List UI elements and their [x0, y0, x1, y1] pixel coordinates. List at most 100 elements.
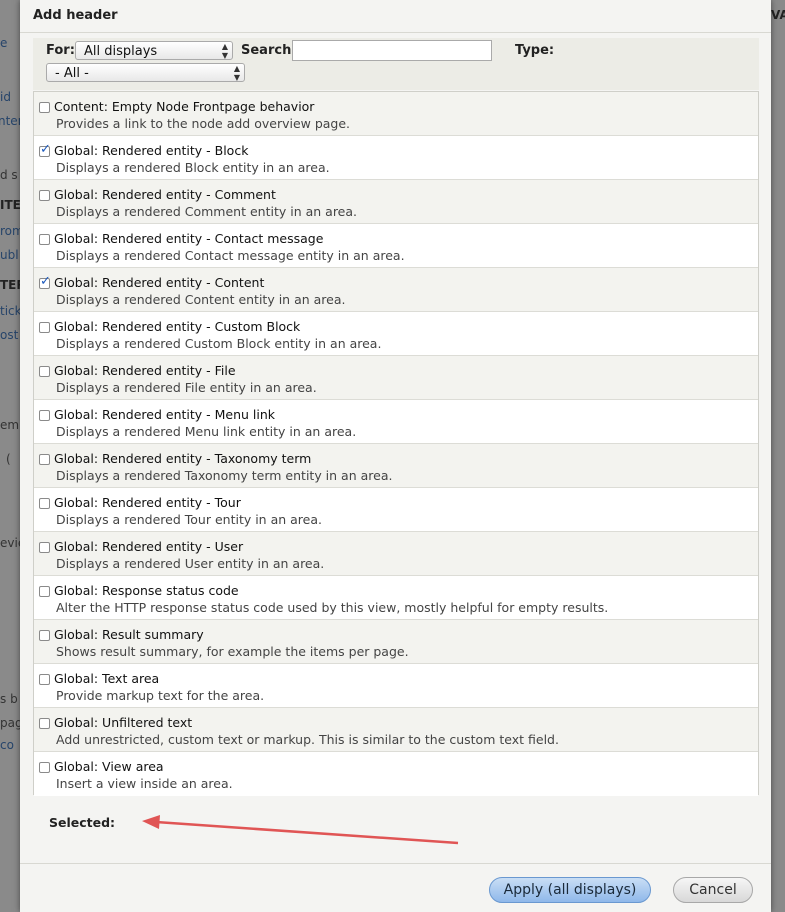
option-title: Content: Empty Node Frontpage behavior — [54, 99, 315, 114]
option-item[interactable]: Global: Rendered entity - Custom Block Di… — [34, 312, 758, 356]
option-item[interactable]: Global: Result summary Shows result summa… — [34, 620, 758, 664]
option-item[interactable]: Global: Unfiltered text Add unrestricted,… — [34, 708, 758, 752]
option-item[interactable]: Global: View area Insert a view inside an… — [34, 752, 758, 796]
option-title: Global: Result summary — [54, 627, 204, 642]
option-title: Global: Rendered entity - User — [54, 539, 244, 554]
bg-fragment: evie — [0, 536, 20, 550]
option-title: Global: Rendered entity - Custom Block — [54, 319, 301, 334]
option-item[interactable]: Content: Empty Node Frontpage behavior Pr… — [34, 92, 758, 136]
bg-fragment: d s — [0, 168, 18, 182]
option-title: Global: Rendered entity - Taxonomy term — [54, 451, 312, 466]
option-title: Global: Unfiltered text — [54, 715, 193, 730]
option-title: Global: Rendered entity - Tour — [54, 495, 241, 510]
option-description: Provides a link to the node add overview… — [56, 116, 351, 131]
option-item[interactable]: Global: Rendered entity - Block Displays … — [34, 136, 758, 180]
option-description: Displays a rendered User entity in an ar… — [56, 556, 325, 571]
bg-fragment: pag — [0, 716, 20, 730]
background-page-left: e id ntent d s ITE rom ubl TER tick ost … — [0, 0, 20, 912]
for-select-value: All displays — [84, 44, 158, 59]
option-checkbox[interactable] — [39, 274, 51, 289]
option-title: Global: Rendered entity - Contact messag… — [54, 231, 324, 246]
option-description: Shows result summary, for example the it… — [56, 644, 409, 659]
apply-all-displays-button[interactable]: Apply (all displays) — [489, 877, 651, 903]
option-checkbox[interactable] — [39, 498, 50, 509]
add-header-dialog: Add header For: All displays ▲ ▼ Search: … — [20, 0, 771, 912]
bg-fragment: e — [0, 36, 8, 50]
option-checkbox[interactable] — [39, 762, 50, 773]
search-label: Search: — [241, 43, 297, 58]
bg-fragment: ubl — [0, 248, 19, 262]
selected-label: Selected: — [49, 815, 116, 830]
bg-fragment: ( — [6, 452, 11, 466]
option-item[interactable]: Global: Response status code Alter the HT… — [34, 576, 758, 620]
option-checkbox[interactable] — [39, 718, 50, 729]
bg-fragment: s b — [0, 692, 18, 706]
option-title: Global: Rendered entity - File — [54, 363, 236, 378]
option-item[interactable]: Global: Text area Provide markup text for… — [34, 664, 758, 708]
option-title: Global: Text area — [54, 671, 160, 686]
option-description: Displays a rendered File entity in an ar… — [56, 380, 317, 395]
dialog-title: Add header — [20, 0, 771, 33]
option-description: Displays a rendered Contact message enti… — [56, 248, 405, 263]
option-item[interactable]: Global: Rendered entity - Content Display… — [34, 268, 758, 312]
option-item[interactable]: Global: Rendered entity - File Displays a… — [34, 356, 758, 400]
for-label: For: — [46, 43, 75, 58]
option-checkbox[interactable] — [39, 102, 50, 113]
bg-fragment: co — [0, 738, 14, 752]
search-input[interactable] — [292, 40, 492, 61]
option-checkbox[interactable] — [39, 630, 50, 641]
options-list: Content: Empty Node Frontpage behavior Pr… — [33, 91, 759, 796]
category-select[interactable]: - All - ▲ ▼ — [46, 63, 245, 82]
option-checkbox[interactable] — [39, 586, 50, 597]
select-arrows-icon: ▲ ▼ — [233, 64, 240, 82]
option-item[interactable]: Global: Rendered entity - User Displays a… — [34, 532, 758, 576]
option-description: Provide markup text for the area. — [56, 688, 265, 703]
option-title: Global: Rendered entity - Comment — [54, 187, 276, 202]
select-arrows-icon: ▲ ▼ — [221, 42, 228, 60]
bg-fragment: VA — [771, 8, 785, 22]
bg-fragment: em — [0, 418, 20, 432]
bg-fragment: rom — [0, 224, 20, 238]
bg-fragment: ITE — [0, 198, 20, 212]
option-checkbox[interactable] — [39, 410, 50, 421]
option-checkbox[interactable] — [39, 454, 50, 465]
option-title: Global: View area — [54, 759, 164, 774]
option-item[interactable]: Global: Rendered entity - Menu link Displ… — [34, 400, 758, 444]
option-item[interactable]: Global: Rendered entity - Contact messag… — [34, 224, 758, 268]
option-checkbox[interactable] — [39, 142, 51, 157]
option-description: Displays a rendered Menu link entity in … — [56, 424, 357, 439]
option-item[interactable]: Global: Rendered entity - Tour Displays a… — [34, 488, 758, 532]
for-select[interactable]: All displays ▲ ▼ — [75, 41, 233, 60]
option-title: Global: Response status code — [54, 583, 239, 598]
bg-fragment: id — [0, 90, 11, 104]
option-description: Displays a rendered Content entity in an… — [56, 292, 346, 307]
option-checkbox[interactable] — [39, 542, 50, 553]
option-description: Displays a rendered Custom Block entity … — [56, 336, 382, 351]
option-checkbox[interactable] — [39, 234, 50, 245]
option-title: Global: Rendered entity - Block — [54, 143, 249, 158]
option-title: Global: Rendered entity - Content — [54, 275, 265, 290]
option-description: Insert a view inside an area. — [56, 776, 233, 791]
type-label: Type: — [515, 43, 555, 58]
cancel-button[interactable]: Cancel — [673, 877, 753, 903]
background-page-right: VA — [771, 0, 785, 912]
option-description: Alter the HTTP response status code used… — [56, 600, 609, 615]
option-checkbox[interactable] — [39, 674, 50, 685]
option-description: Displays a rendered Comment entity in an… — [56, 204, 358, 219]
bg-fragment: ost — [0, 328, 19, 342]
option-checkbox[interactable] — [39, 322, 50, 333]
option-item[interactable]: Global: Rendered entity - Comment Display… — [34, 180, 758, 224]
option-description: Displays a rendered Taxonomy term entity… — [56, 468, 393, 483]
option-description: Displays a rendered Tour entity in an ar… — [56, 512, 322, 527]
dialog-footer: Apply (all displays) Cancel — [20, 863, 771, 912]
option-item[interactable]: Global: Rendered entity - Taxonomy term D… — [34, 444, 758, 488]
filters-bar: For: All displays ▲ ▼ Search: Type: - All… — [33, 38, 759, 90]
bg-fragment: tick — [0, 304, 20, 318]
bg-fragment: ntent — [0, 114, 20, 128]
option-title: Global: Rendered entity - Menu link — [54, 407, 276, 422]
option-description: Add unrestricted, custom text or markup.… — [56, 732, 559, 747]
annotation-arrow-icon — [142, 815, 459, 845]
option-checkbox[interactable] — [39, 190, 50, 201]
option-checkbox[interactable] — [39, 366, 50, 377]
bg-fragment: TER — [0, 278, 20, 292]
